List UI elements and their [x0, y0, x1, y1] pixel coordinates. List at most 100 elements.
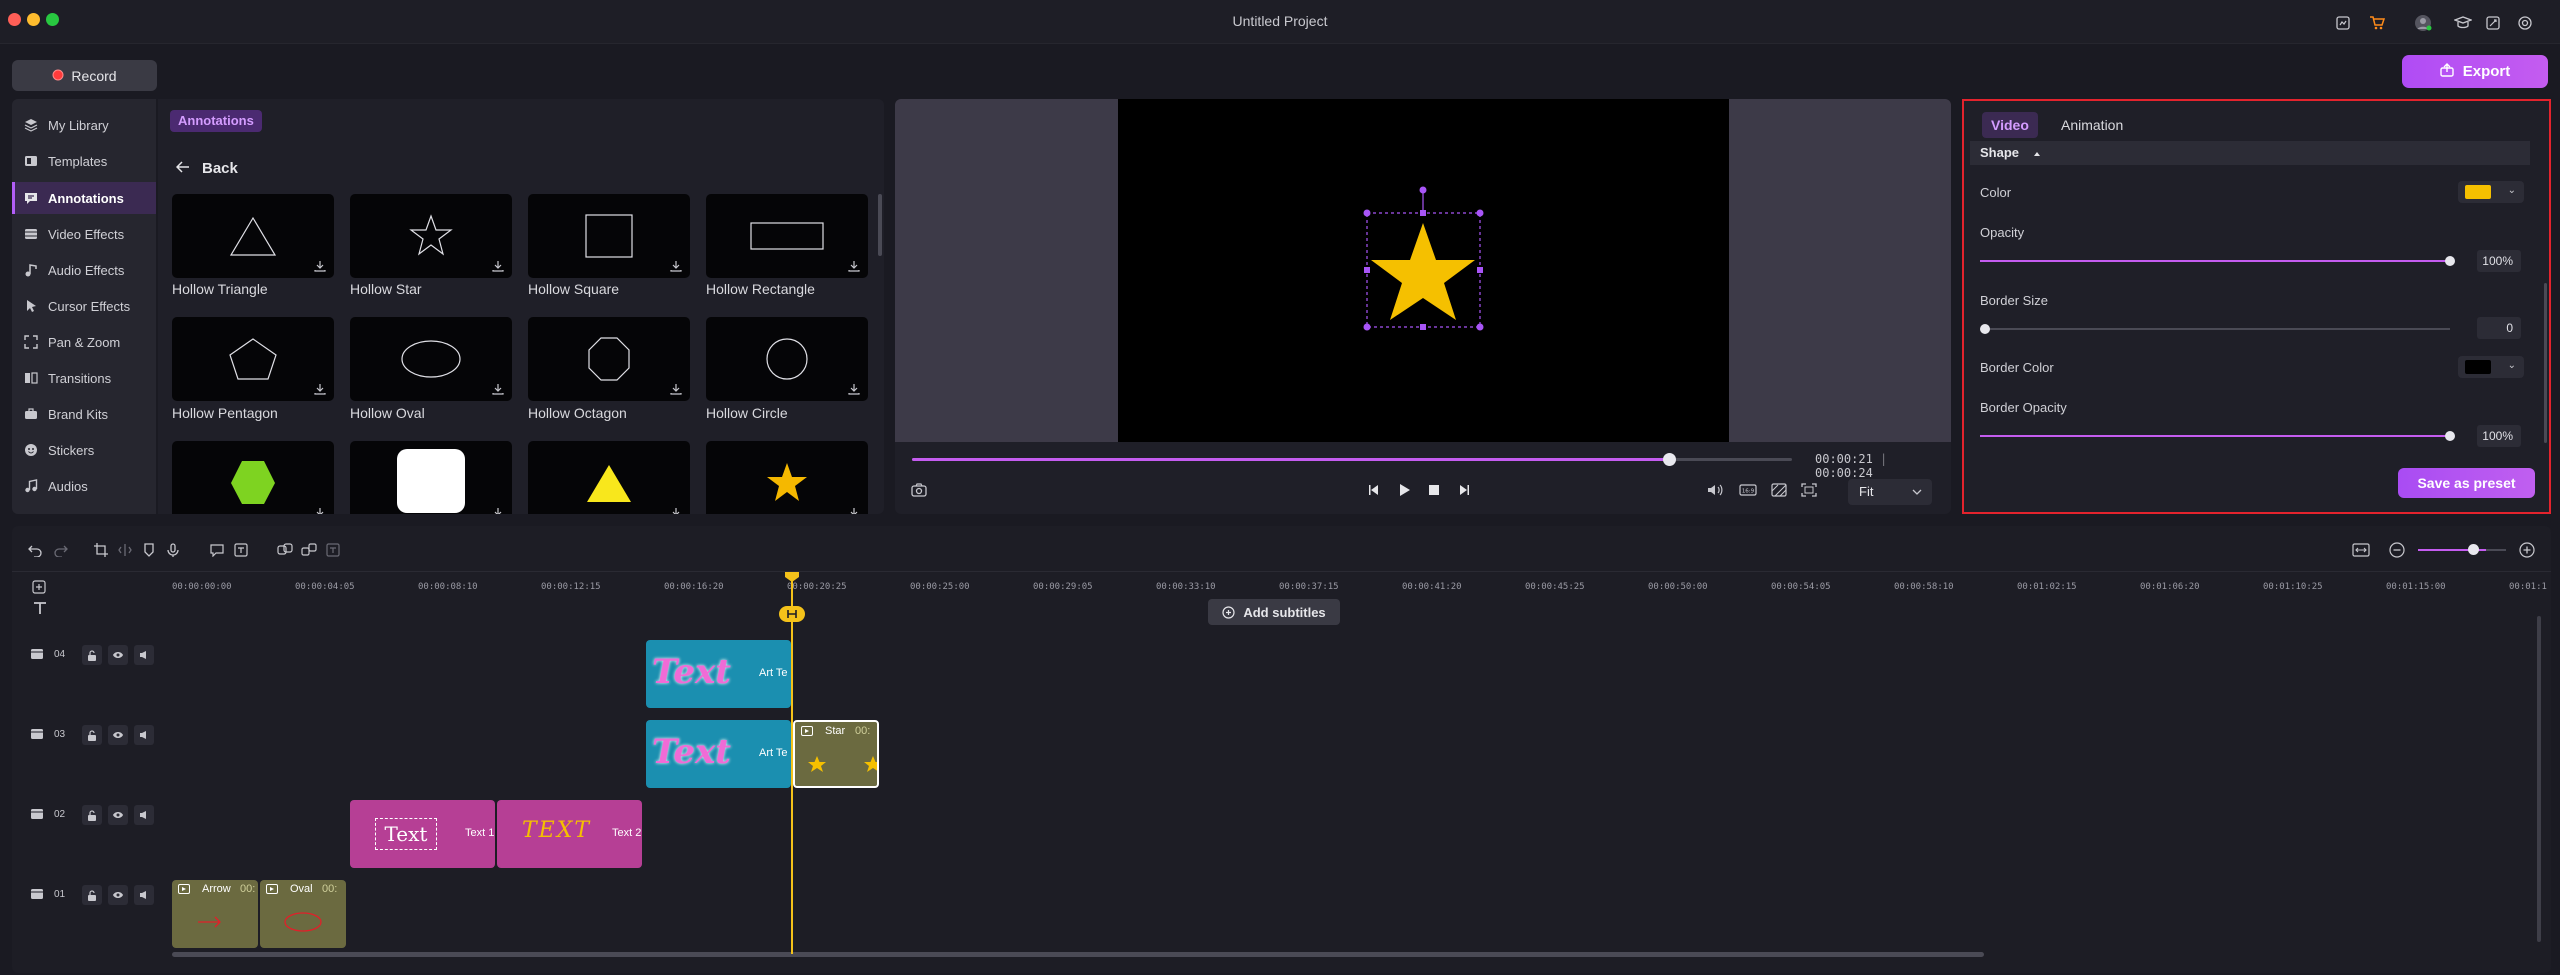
text-track-icon[interactable] [32, 600, 48, 619]
sidebar-item-audios[interactable]: Audios [12, 470, 156, 502]
annotation-card-hollow-star[interactable] [350, 194, 512, 278]
annotation-card-hollow-pentagon[interactable] [172, 317, 334, 401]
border-color-picker[interactable]: ⌄ [2458, 356, 2524, 378]
sidebar-item-cursor-effects[interactable]: Cursor Effects [12, 290, 156, 322]
annotation-card-hollow-circle[interactable] [706, 317, 868, 401]
screenshot-icon[interactable] [911, 483, 927, 500]
add-subtitles-button[interactable]: Add subtitles [1208, 599, 1340, 625]
art-text-clip[interactable]: Text Art Te [646, 720, 791, 788]
tab-video[interactable]: Video [1982, 112, 2038, 138]
zoom-fit-select[interactable]: Fit [1848, 479, 1932, 505]
color-picker[interactable]: ⌄ [2458, 181, 2524, 203]
download-icon[interactable] [492, 383, 504, 395]
download-icon[interactable] [670, 383, 682, 395]
properties-scrollbar[interactable] [2544, 283, 2547, 443]
timeline-horizontal-scrollbar[interactable] [172, 952, 1984, 957]
sidebar-item-video-effects[interactable]: Video Effects [12, 218, 156, 250]
eye-icon[interactable] [108, 645, 128, 665]
download-icon[interactable] [314, 507, 326, 514]
comment-icon[interactable] [208, 541, 226, 559]
tutorial-icon[interactable] [2453, 13, 2473, 33]
text-clip[interactable]: Text Text 1 [350, 800, 495, 868]
download-icon[interactable] [848, 507, 860, 514]
crop-icon[interactable] [92, 541, 110, 559]
eye-icon[interactable] [108, 885, 128, 905]
download-icon[interactable] [492, 260, 504, 272]
eye-icon[interactable] [108, 805, 128, 825]
previous-frame-icon[interactable] [1367, 483, 1381, 500]
fullscreen-icon[interactable] [1801, 483, 1817, 500]
lock-icon[interactable] [82, 885, 102, 905]
sidebar-item-audio-effects[interactable]: Audio Effects [12, 254, 156, 286]
play-icon[interactable] [1397, 483, 1411, 500]
sidebar-item-templates[interactable]: Templates [12, 145, 156, 177]
annotation-card-hollow-octagon[interactable] [528, 317, 690, 401]
zoom-out-icon[interactable] [2388, 541, 2406, 559]
sidebar-item-annotations[interactable]: Annotations [12, 182, 156, 214]
speaker-icon[interactable] [134, 805, 154, 825]
save-as-preset-button[interactable]: Save as preset [2398, 468, 2535, 498]
download-icon[interactable] [848, 260, 860, 272]
playhead-handle-icon[interactable] [785, 572, 799, 582]
lock-icon[interactable] [82, 805, 102, 825]
border-size-slider-knob[interactable] [1980, 324, 1990, 334]
oval-clip[interactable]: Oval 00: [260, 880, 346, 948]
preview-canvas[interactable] [1118, 99, 1729, 442]
add-track-icon[interactable] [32, 580, 46, 597]
download-icon[interactable] [670, 507, 682, 514]
download-icon[interactable] [492, 507, 504, 514]
zoom-in-icon[interactable] [2518, 541, 2536, 559]
playback-scrubber[interactable] [1662, 453, 1676, 466]
aspect-ratio-icon[interactable]: 16:9 [1739, 483, 1757, 500]
annotation-card-rounded-square[interactable] [350, 441, 512, 514]
download-icon[interactable] [670, 260, 682, 272]
avatar[interactable] [2413, 13, 2433, 33]
shape-section-header[interactable]: Shape [1970, 141, 2530, 165]
speaker-icon[interactable] [134, 725, 154, 745]
microphone-icon[interactable] [164, 541, 182, 559]
sidebar-item-stickers[interactable]: Stickers [12, 434, 156, 466]
eye-icon[interactable] [108, 725, 128, 745]
feedback-icon[interactable] [2483, 13, 2503, 33]
volume-icon[interactable] [1707, 483, 1723, 500]
opacity-slider-knob[interactable] [2445, 256, 2455, 266]
record-button[interactable]: Record [12, 60, 157, 91]
lock-icon[interactable] [82, 645, 102, 665]
split-marker-icon[interactable] [779, 606, 805, 622]
export-button[interactable]: Export [2402, 55, 2548, 88]
background-icon[interactable] [1771, 483, 1787, 500]
star-clip[interactable]: Star 00: [793, 720, 879, 788]
text-frame-icon[interactable] [324, 541, 342, 559]
download-icon[interactable] [848, 383, 860, 395]
cart-icon[interactable] [2367, 13, 2387, 33]
library-scrollbar[interactable] [878, 194, 882, 256]
border-size-slider[interactable] [1980, 328, 2450, 330]
timeline-vertical-scrollbar[interactable] [2537, 616, 2541, 942]
sidebar-item-brand-kits[interactable]: Brand Kits [12, 398, 156, 430]
opacity-value[interactable]: 100% [2477, 250, 2521, 272]
caption-icon[interactable] [232, 541, 250, 559]
timeline-ruler[interactable]: 00:00:00:00 00:00:04:05 00:00:08:10 00:0… [172, 578, 2547, 598]
group-icon[interactable] [276, 541, 294, 559]
timeline-zoom-knob[interactable] [2468, 544, 2479, 555]
download-icon[interactable] [314, 383, 326, 395]
annotation-card-hexagon[interactable] [172, 441, 334, 514]
stop-icon[interactable] [1427, 483, 1441, 500]
tab-animation[interactable]: Animation [2052, 112, 2132, 138]
sidebar-item-pan-zoom[interactable]: Pan & Zoom [12, 326, 156, 358]
redo-icon[interactable] [52, 541, 70, 559]
text-clip[interactable]: TEXT Text 2 [497, 800, 642, 868]
annotation-card-hollow-rectangle[interactable] [706, 194, 868, 278]
annotation-card-star[interactable] [706, 441, 868, 514]
download-icon[interactable] [314, 260, 326, 272]
split-icon[interactable] [116, 541, 134, 559]
annotation-card-triangle[interactable] [528, 441, 690, 514]
ungroup-icon[interactable] [300, 541, 318, 559]
sidebar-item-transitions[interactable]: Transitions [12, 362, 156, 394]
sidebar-item-my-library[interactable]: My Library [12, 109, 156, 141]
border-opacity-slider-knob[interactable] [2445, 431, 2455, 441]
speaker-icon[interactable] [134, 645, 154, 665]
marker-icon[interactable] [140, 541, 158, 559]
media-icon[interactable] [2333, 13, 2353, 33]
back-button[interactable]: Back [175, 160, 238, 177]
